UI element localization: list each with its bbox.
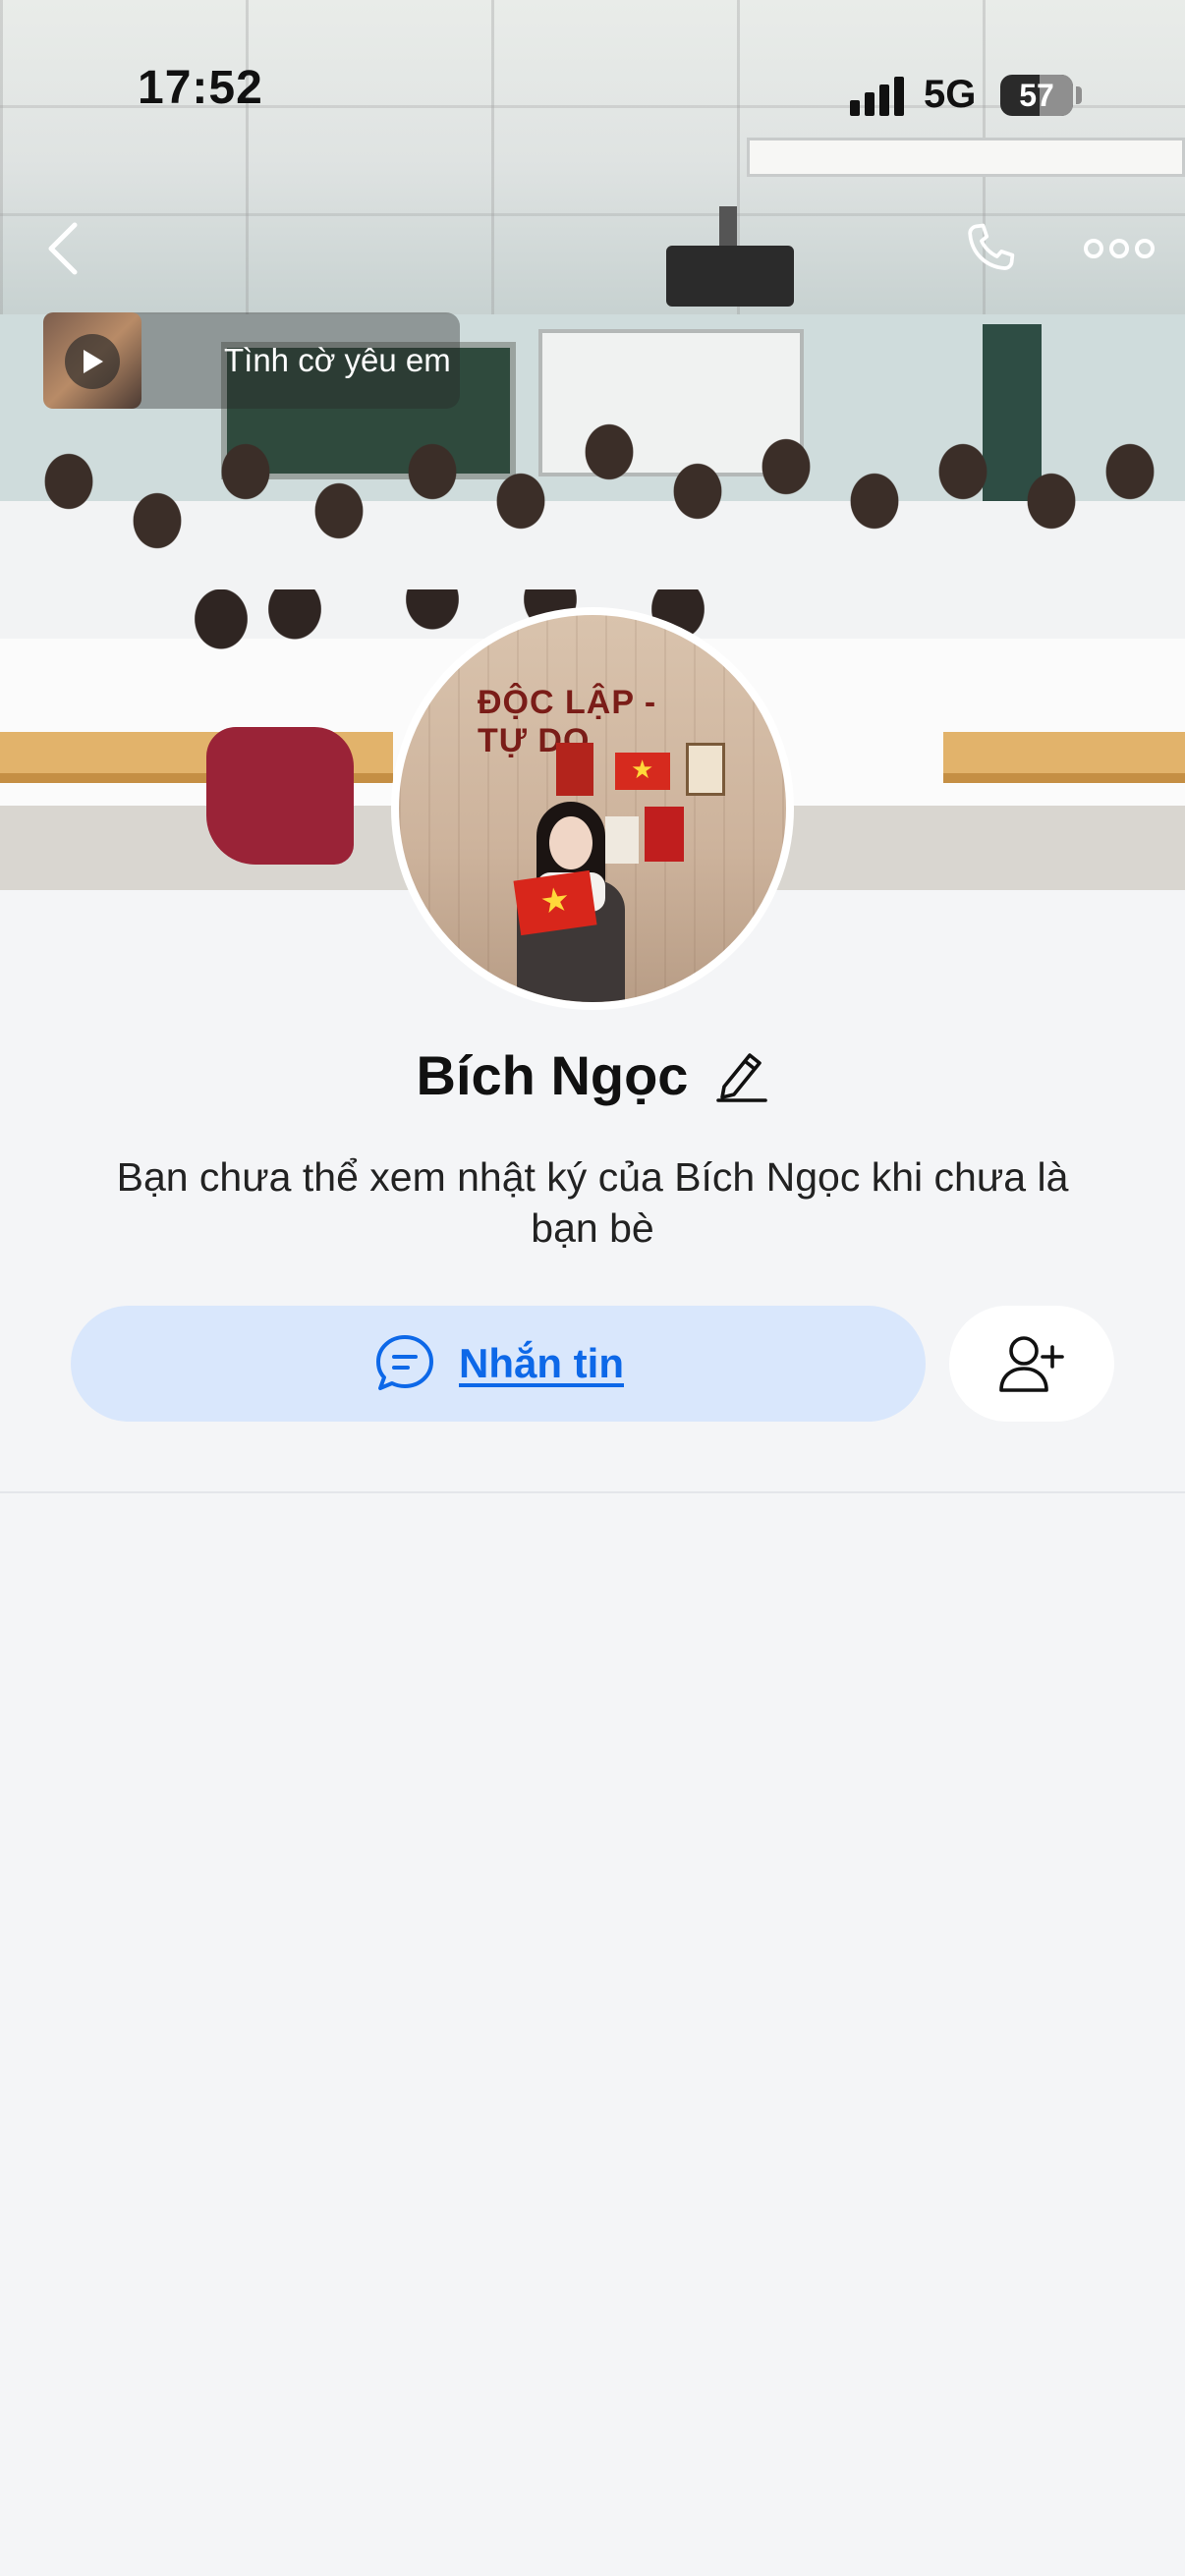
network-type: 5G: [924, 73, 977, 116]
profile-name: Bích Ngọc: [416, 1043, 689, 1106]
timeline-empty-area: [0, 1493, 1185, 2576]
avatar-poster: [556, 743, 593, 796]
message-button-label: Nhắn tin: [459, 1340, 624, 1386]
back-arrow-icon: [48, 222, 78, 275]
cover-desk: [943, 732, 1185, 783]
more-button[interactable]: [1079, 224, 1159, 273]
add-friend-button[interactable]: [949, 1306, 1114, 1422]
privacy-notice: Bạn chưa thể xem nhật ký của Bích Ngọc k…: [116, 1154, 1069, 1251]
avatar-poster: [605, 816, 639, 864]
play-button[interactable]: [65, 334, 120, 389]
profile-avatar[interactable]: ĐỘC LẬP - TỰ DO: [391, 607, 794, 1010]
profile-screen: 17:52 5G 57 Tình cờ yêu em ĐỘC LẬP - TỰ …: [0, 0, 1185, 2576]
edit-name-button[interactable]: [713, 1047, 768, 1102]
status-time: 17:52: [138, 62, 263, 114]
cover-projector-mount: [719, 206, 737, 250]
message-button[interactable]: Nhắn tin: [71, 1306, 926, 1422]
play-icon: [84, 350, 103, 373]
avatar-wall-banner: ĐỘC LẬP - TỰ DO: [478, 684, 657, 759]
chat-bubble-icon: [376, 1335, 433, 1390]
profile-name-row: Bích Ngọc: [0, 1036, 1185, 1114]
avatar-held-flag: [513, 869, 597, 936]
more-dots-icon: [1084, 239, 1155, 258]
music-title: Tình cờ yêu em: [224, 342, 451, 378]
music-thumbnail: [43, 312, 141, 409]
pencil-icon: [716, 1053, 768, 1102]
battery-percent: 57: [1019, 78, 1054, 113]
profile-music-player[interactable]: Tình cờ yêu em: [43, 312, 460, 409]
cover-red-coat: [206, 727, 354, 865]
avatar-poster: [686, 743, 725, 796]
cover-ceiling-light: [747, 138, 1185, 177]
battery-tip: [1076, 86, 1082, 104]
phone-icon: [968, 223, 1015, 270]
call-button[interactable]: [953, 214, 1028, 283]
cellular-signal-icon: [850, 77, 905, 116]
avatar-poster: [645, 807, 684, 862]
cover-projector: [666, 246, 794, 307]
back-button[interactable]: [33, 214, 92, 283]
avatar-person-face: [549, 816, 592, 869]
add-friend-icon: [999, 1336, 1064, 1392]
avatar-wall-flag: [615, 753, 670, 790]
battery-icon: 57: [1000, 75, 1073, 116]
